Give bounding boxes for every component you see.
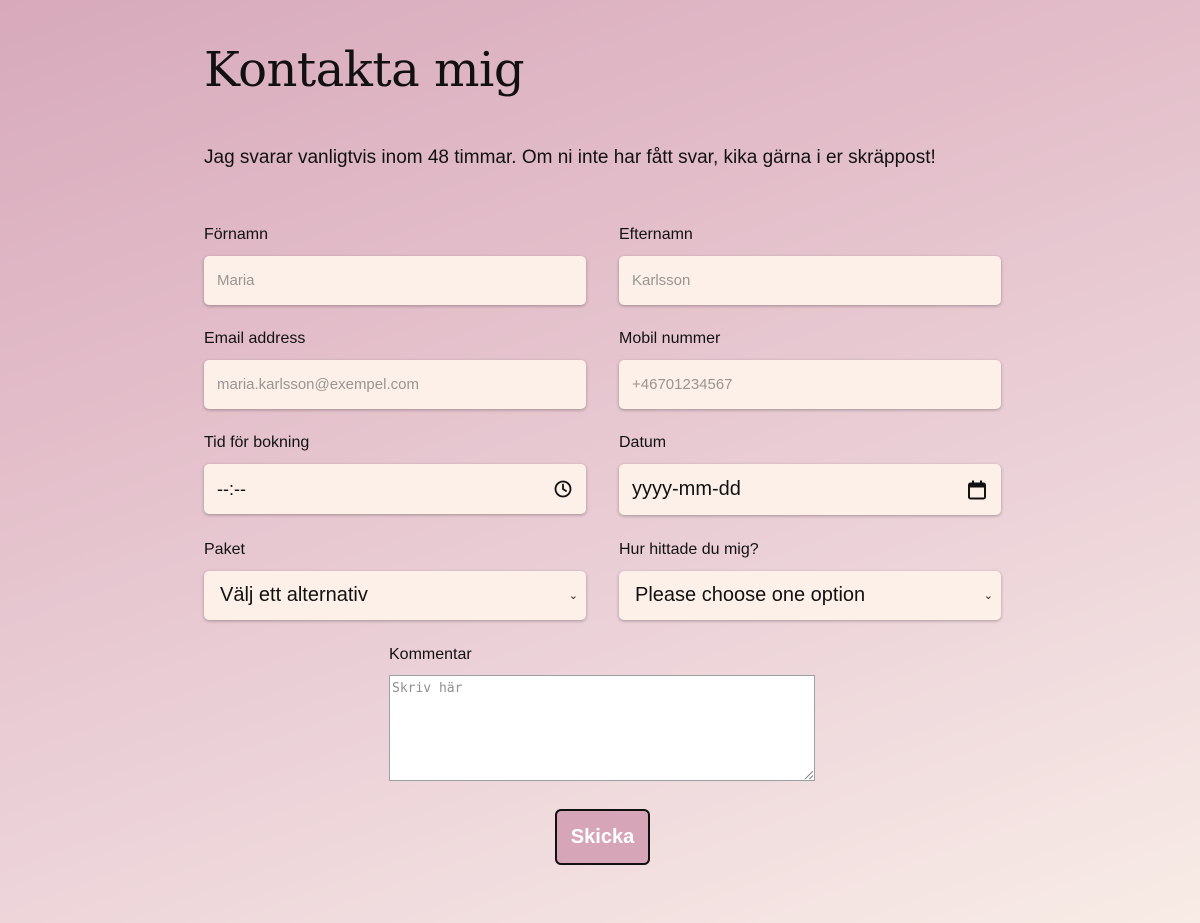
date-value: yyyy-mm-dd xyxy=(632,478,741,500)
intro-text: Jag svarar vanligtvis inom 48 timmar. Om… xyxy=(204,147,936,168)
time-label: Tid för bokning xyxy=(204,434,310,451)
comment-label: Kommentar xyxy=(389,646,472,663)
submit-button[interactable]: Skicka xyxy=(555,809,650,865)
date-input[interactable]: yyyy-mm-dd xyxy=(619,464,1001,515)
resize-handle-icon[interactable] xyxy=(805,771,813,779)
email-placeholder: maria.karlsson@exempel.com xyxy=(217,376,419,393)
package-label: Paket xyxy=(204,541,245,558)
chevron-down-icon: ⌄ xyxy=(983,590,993,602)
time-input[interactable]: --:-- xyxy=(204,464,586,514)
source-label: Hur hittade du mig? xyxy=(619,541,759,558)
date-label: Datum xyxy=(619,434,667,451)
first-name-label: Förnamn xyxy=(204,226,269,243)
chevron-down-icon: ⌄ xyxy=(568,590,578,602)
email-label: Email address xyxy=(204,330,306,347)
page-title: Kontakta mig xyxy=(204,42,525,98)
source-select[interactable]: Please choose one option ⌄ xyxy=(619,571,1001,620)
phone-field[interactable]: +46701234567 xyxy=(619,360,1001,409)
calendar-icon[interactable] xyxy=(966,479,988,501)
last-name-label: Efternamn xyxy=(619,226,693,243)
last-name-placeholder: Karlsson xyxy=(632,272,691,289)
source-selected-value: Please choose one option xyxy=(635,584,866,606)
time-value: --:-- xyxy=(217,478,246,499)
first-name-placeholder: Maria xyxy=(217,272,255,289)
package-selected-value: Välj ett alternativ xyxy=(220,584,368,606)
phone-label: Mobil nummer xyxy=(619,330,721,347)
phone-placeholder: +46701234567 xyxy=(632,376,733,393)
last-name-input[interactable]: Karlsson xyxy=(619,256,1001,305)
package-select[interactable]: Välj ett alternativ ⌄ xyxy=(204,571,586,620)
comment-placeholder: Skriv här xyxy=(392,681,463,696)
comment-textarea[interactable]: Skriv här xyxy=(389,675,815,781)
email-field[interactable]: maria.karlsson@exempel.com xyxy=(204,360,586,409)
clock-icon[interactable] xyxy=(553,479,573,499)
first-name-input[interactable]: Maria xyxy=(204,256,586,305)
